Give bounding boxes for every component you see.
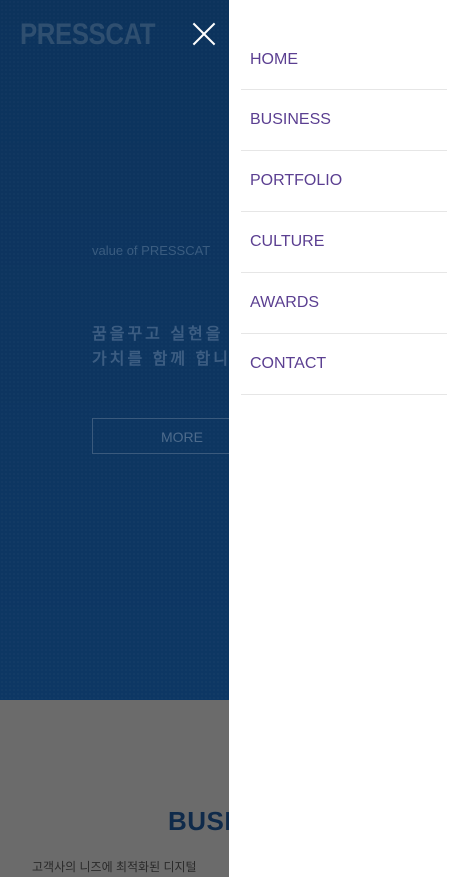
navigation-drawer: HOME BUSINESS PORTFOLIO CULTURE AWARDS C… — [229, 0, 459, 877]
hero-eyebrow: value of PRESSCAT — [92, 243, 211, 258]
nav-link-business[interactable]: BUSINESS — [241, 90, 447, 150]
nav-item-contact: CONTACT — [241, 334, 447, 395]
nav-link-culture[interactable]: CULTURE — [241, 212, 447, 272]
hero-headline-line1: 꿈을꾸고 실현을 — [92, 326, 224, 343]
hero-headline: 꿈을꾸고 실현을 가치를 함께 합니 — [92, 322, 231, 372]
nav-menu: HOME BUSINESS PORTFOLIO CULTURE AWARDS C… — [241, 30, 447, 395]
business-section-title: BUSI — [168, 806, 233, 836]
nav-link-home[interactable]: HOME — [241, 30, 447, 90]
nav-item-business: BUSINESS — [241, 90, 447, 151]
nav-item-culture: CULTURE — [241, 212, 447, 273]
hero-headline-line2: 가치를 함께 합니 — [92, 351, 231, 368]
nav-link-contact[interactable]: CONTACT — [241, 334, 447, 394]
nav-link-portfolio[interactable]: PORTFOLIO — [241, 151, 447, 211]
site-logo[interactable]: PRESSCAT — [20, 18, 156, 52]
business-section-description: 고객사의 니즈에 최적화된 디지털 — [32, 860, 197, 874]
nav-item-awards: AWARDS — [241, 273, 447, 334]
close-menu-button[interactable] — [190, 20, 218, 48]
nav-item-home: HOME — [241, 30, 447, 90]
nav-item-portfolio: PORTFOLIO — [241, 151, 447, 212]
nav-link-awards[interactable]: AWARDS — [241, 273, 447, 333]
